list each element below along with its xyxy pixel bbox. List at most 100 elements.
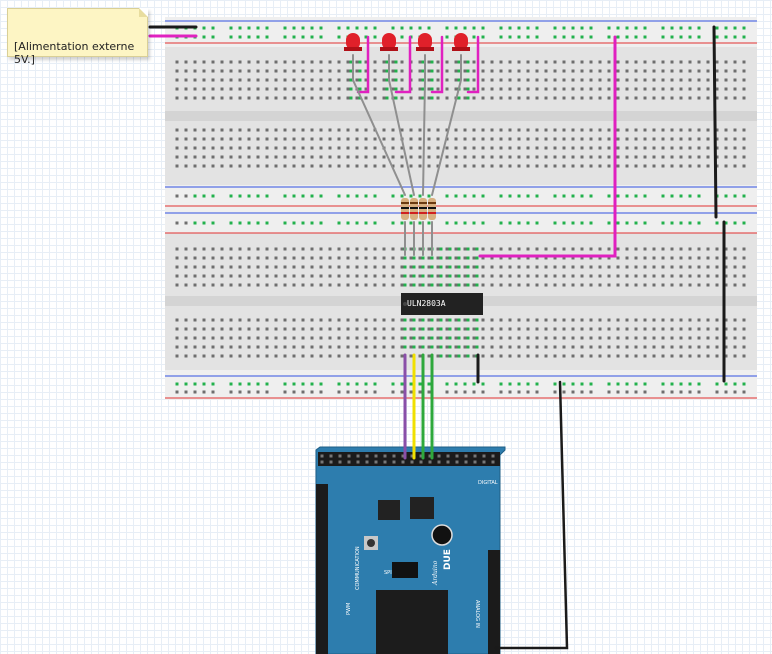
breadboard-hole bbox=[715, 354, 719, 358]
breadboard-hole bbox=[328, 354, 332, 358]
chip-column-hole-connected bbox=[457, 336, 461, 340]
rail-hole-connected bbox=[580, 35, 584, 39]
breadboard-hole bbox=[247, 265, 251, 269]
breadboard-hole bbox=[643, 87, 647, 91]
breadboard-hole bbox=[625, 96, 629, 100]
breadboard-hole bbox=[346, 318, 350, 322]
breadboard-hole bbox=[661, 60, 665, 64]
breadboard-hole bbox=[220, 274, 224, 278]
breadboard-hole bbox=[589, 69, 593, 73]
breadboard-hole bbox=[382, 164, 386, 168]
breadboard-hole bbox=[247, 327, 251, 331]
breadboard-hole bbox=[553, 354, 557, 358]
breadboard-hole bbox=[211, 318, 215, 322]
breadboard-hole bbox=[211, 274, 215, 278]
breadboard-hole bbox=[382, 283, 386, 287]
breadboard-hole bbox=[670, 265, 674, 269]
column-hole-connected bbox=[358, 78, 362, 82]
breadboard-hole bbox=[598, 164, 602, 168]
breadboard-hole bbox=[445, 345, 449, 349]
rail-hole-connected bbox=[445, 35, 449, 39]
breadboard-hole bbox=[373, 146, 377, 150]
column-hole-connected bbox=[358, 87, 362, 91]
breadboard-hole bbox=[382, 87, 386, 91]
breadboard-hole bbox=[256, 78, 260, 82]
breadboard-hole bbox=[679, 146, 683, 150]
breadboard-hole bbox=[391, 78, 395, 82]
breadboard-hole bbox=[607, 265, 611, 269]
breadboard-hole bbox=[418, 137, 422, 141]
rail-hole-connected bbox=[265, 194, 269, 198]
breadboard-hole bbox=[643, 283, 647, 287]
breadboard-hole bbox=[535, 247, 539, 251]
breadboard-hole bbox=[436, 69, 440, 73]
breadboard-hole bbox=[265, 96, 269, 100]
breadboard-hole bbox=[688, 96, 692, 100]
breadboard-hole bbox=[184, 318, 188, 322]
column-hole-connected bbox=[466, 96, 470, 100]
breadboard-hole bbox=[454, 327, 458, 331]
breadboard-hole bbox=[544, 265, 548, 269]
breadboard-hole bbox=[481, 128, 485, 132]
breadboard-hole bbox=[193, 345, 197, 349]
breadboard-hole bbox=[544, 87, 548, 91]
breadboard-hole bbox=[535, 265, 539, 269]
breadboard-hole bbox=[553, 164, 557, 168]
breadboard-hole bbox=[238, 87, 242, 91]
breadboard-hole bbox=[391, 318, 395, 322]
breadboard-hole bbox=[418, 60, 422, 64]
breadboard-hole bbox=[337, 354, 341, 358]
rail-hole-connected bbox=[238, 35, 242, 39]
rail-hole bbox=[256, 390, 260, 394]
breadboard-hole bbox=[652, 96, 656, 100]
breadboard-hole bbox=[211, 265, 215, 269]
breadboard-hole bbox=[652, 87, 656, 91]
breadboard-hole bbox=[481, 283, 485, 287]
breadboard-hole bbox=[535, 345, 539, 349]
breadboard-hole bbox=[355, 336, 359, 340]
breadboard-hole bbox=[409, 327, 413, 331]
breadboard-hole bbox=[220, 164, 224, 168]
breadboard-hole bbox=[733, 146, 737, 150]
breadboard-hole bbox=[688, 69, 692, 73]
breadboard-hole bbox=[652, 354, 656, 358]
breadboard-hole bbox=[679, 164, 683, 168]
header-pin bbox=[365, 454, 369, 458]
breadboard-hole bbox=[652, 283, 656, 287]
breadboard-hole bbox=[616, 60, 620, 64]
column-hole-connected bbox=[358, 69, 362, 73]
breadboard-hole bbox=[220, 318, 224, 322]
breadboard-hole bbox=[688, 87, 692, 91]
breadboard-hole bbox=[310, 87, 314, 91]
breadboard-hole bbox=[517, 247, 521, 251]
breadboard-hole bbox=[400, 96, 404, 100]
breadboard-hole bbox=[490, 265, 494, 269]
breadboard-hole bbox=[517, 146, 521, 150]
breadboard-hole bbox=[634, 146, 638, 150]
breadboard-hole bbox=[283, 60, 287, 64]
breadboard-hole bbox=[598, 137, 602, 141]
rail-hole-connected bbox=[715, 382, 719, 386]
breadboard-hole bbox=[247, 128, 251, 132]
rail-hole bbox=[589, 390, 593, 394]
breadboard-hole bbox=[454, 128, 458, 132]
breadboard-hole bbox=[292, 274, 296, 278]
breadboard-hole bbox=[382, 327, 386, 331]
chip-column-hole-connected bbox=[457, 345, 461, 349]
breadboard-hole bbox=[229, 256, 233, 260]
rail-hole-connected bbox=[643, 382, 647, 386]
rail-hole-connected bbox=[472, 382, 476, 386]
breadboard-hole bbox=[742, 318, 746, 322]
breadboard-hole bbox=[310, 96, 314, 100]
breadboard-hole bbox=[526, 78, 530, 82]
breadboard-hole bbox=[490, 87, 494, 91]
breadboard-hole bbox=[292, 146, 296, 150]
header-pin bbox=[374, 454, 378, 458]
breadboard-hole bbox=[337, 327, 341, 331]
breadboard-hole bbox=[733, 60, 737, 64]
rail-hole-connected bbox=[697, 35, 701, 39]
rail-hole bbox=[184, 194, 188, 198]
breadboard-hole bbox=[220, 327, 224, 331]
breadboard-hole bbox=[679, 137, 683, 141]
breadboard-hole bbox=[562, 164, 566, 168]
